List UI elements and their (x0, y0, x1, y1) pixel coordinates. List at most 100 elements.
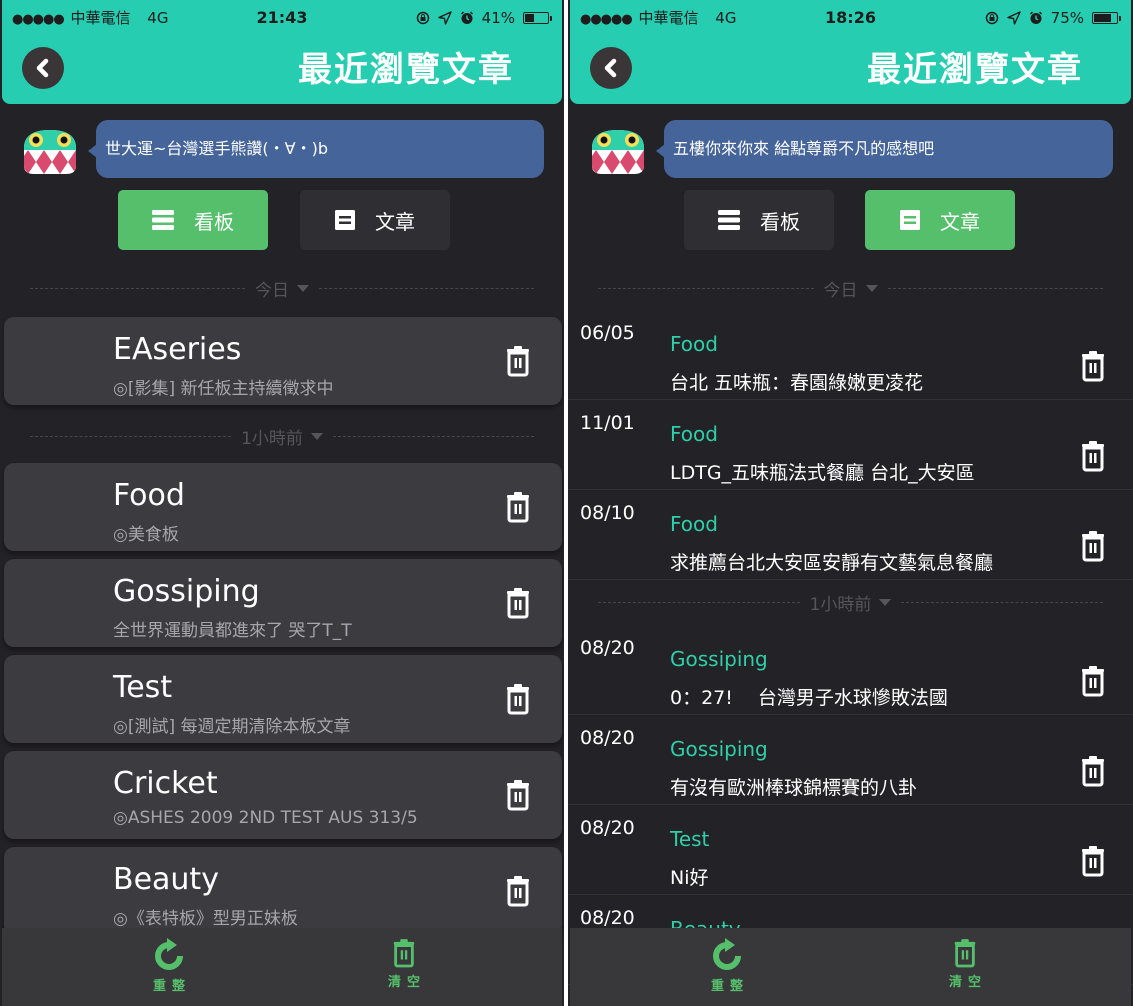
article-board: Test (670, 827, 710, 851)
article-title: Ni好 (670, 867, 709, 889)
chevron-left-icon (604, 58, 617, 78)
board-name: Cricket (113, 766, 218, 801)
clear-all-label: 清空 (948, 975, 987, 990)
article-board: Gossiping (670, 647, 768, 671)
trash-icon[interactable] (504, 779, 532, 811)
battery-level (1094, 14, 1111, 22)
refresh-label: 重整 (152, 979, 191, 994)
section-label: 今日 (255, 280, 289, 301)
tab-articles[interactable]: 文章 (865, 190, 1015, 250)
clear-all-button[interactable]: 清空 (364, 938, 444, 1002)
trash-icon[interactable] (504, 875, 532, 907)
board-card[interactable]: Test ◎[測試] 每週定期清除本板文章 (4, 655, 562, 743)
battery-percent: 41% (481, 9, 515, 27)
page-title: 最近瀏覽文章 (867, 50, 1083, 90)
document-icon (335, 210, 355, 230)
location-arrow-icon (1006, 11, 1021, 25)
trash-icon[interactable] (1079, 440, 1107, 472)
trash-icon[interactable] (504, 587, 532, 619)
back-button[interactable] (590, 47, 632, 89)
board-description: ◎[影集] 新任板主持續徵求中 (113, 379, 334, 399)
bottom-toolbar: 重整 清空 (2, 928, 562, 1006)
article-row[interactable]: 08/20 Gossiping 0：27! 台灣男子水球慘敗法國 (568, 625, 1133, 715)
article-title: 台北 五味瓶：春園綠嫩更凌花 (670, 372, 924, 394)
screen-articles: ●●●●● 中華電信 4G 18:26 75% 最近瀏覽文章 五樓你來你來 給點… (568, 0, 1133, 1006)
refresh-button[interactable]: 重整 (687, 938, 767, 1002)
article-board: Food (670, 422, 718, 446)
article-date: 06/05 (580, 322, 635, 344)
chevron-left-icon (36, 58, 49, 78)
tab-boards-label: 看板 (760, 209, 800, 234)
article-board: Food (670, 512, 718, 536)
trash-icon[interactable] (1079, 755, 1107, 787)
orientation-lock-icon (985, 11, 998, 25)
list-icon (718, 210, 740, 230)
board-description: 全世界運動員都進來了 哭了T_T (113, 621, 352, 641)
refresh-label: 重整 (710, 979, 749, 994)
board-card[interactable]: Cricket ◎ASHES 2009 2ND TEST AUS 313/5 (4, 751, 562, 839)
board-description: ◎美食板 (113, 525, 179, 545)
refresh-button[interactable]: 重整 (129, 938, 209, 1002)
mascot-avatar (592, 130, 644, 174)
caret-down-icon (310, 432, 323, 440)
board-description: ◎ASHES 2009 2ND TEST AUS 313/5 (113, 808, 418, 828)
article-date: 08/20 (580, 727, 635, 749)
tab-articles[interactable]: 文章 (300, 190, 450, 250)
board-name: Food (113, 478, 185, 513)
trash-icon[interactable] (504, 345, 532, 377)
board-name: Test (113, 670, 173, 705)
trash-icon[interactable] (1079, 530, 1107, 562)
section-divider-today[interactable]: 今日 (30, 276, 534, 301)
section-divider-1h[interactable]: 1小時前 (598, 590, 1104, 615)
board-card[interactable]: EAseries ◎[影集] 新任板主持續徵求中 (4, 317, 562, 405)
caret-down-icon (879, 598, 892, 606)
location-arrow-icon (437, 11, 452, 25)
article-title: 0：27! 台灣男子水球慘敗法國 (670, 687, 948, 709)
header: ●●●●● 中華電信 4G 18:26 75% 最近瀏覽文章 (570, 0, 1131, 104)
back-button[interactable] (22, 47, 64, 89)
refresh-icon (713, 938, 741, 970)
article-board: Food (670, 332, 718, 356)
article-date: 08/10 (580, 502, 635, 524)
section-divider-today[interactable]: 今日 (598, 276, 1103, 301)
trash-icon[interactable] (504, 491, 532, 523)
trash-icon[interactable] (504, 683, 532, 715)
status-bar: ●●●●● 中華電信 4G 21:43 41% (2, 0, 562, 36)
board-card[interactable]: Gossiping 全世界運動員都進來了 哭了T_T (4, 559, 562, 647)
board-description: ◎《表特板》型男正妹板 (113, 909, 298, 929)
clear-all-button[interactable]: 清空 (925, 938, 1005, 1002)
trash-icon[interactable] (1079, 665, 1107, 697)
section-divider-1h[interactable]: 1小時前 (30, 424, 535, 449)
trash-icon[interactable] (1079, 350, 1107, 382)
list-icon (152, 210, 174, 230)
section-label: 1小時前 (241, 428, 303, 449)
mascot-message-bubble: 世大運~台灣選手熊讚(・∀・)b (88, 120, 544, 178)
alarm-icon (460, 11, 473, 24)
article-row[interactable]: 08/10 Food 求推薦台北大安區安靜有文藝氣息餐廳 (568, 490, 1133, 580)
tab-articles-label: 文章 (375, 209, 415, 234)
article-row[interactable]: 08/20 Gossiping 有沒有歐洲棒球錦標賽的八卦 (568, 715, 1133, 805)
board-card[interactable]: Beauty ◎《表特板》型男正妹板 (4, 847, 562, 935)
article-row[interactable]: 06/05 Food 台北 五味瓶：春園綠嫩更凌花 (568, 310, 1133, 400)
board-name: Beauty (113, 862, 219, 897)
tab-boards[interactable]: 看板 (118, 190, 268, 250)
battery-icon (1092, 12, 1121, 24)
mascot-avatar (24, 130, 76, 174)
board-card[interactable]: Food ◎美食板 (4, 463, 562, 551)
header: ●●●●● 中華電信 4G 21:43 41% 最近瀏覽文章 (2, 0, 562, 104)
battery-level (525, 14, 535, 22)
trash-icon (954, 939, 976, 968)
tab-boards[interactable]: 看板 (684, 190, 834, 250)
battery-percent: 75% (1050, 9, 1084, 27)
article-date: 08/20 (580, 817, 635, 839)
screen-boards: ●●●●● 中華電信 4G 21:43 41% 最近瀏覽文章 世大運~台灣選手熊… (0, 0, 564, 1006)
bottom-toolbar: 重整 清空 (570, 928, 1131, 1006)
document-icon (900, 210, 920, 230)
article-row[interactable]: 11/01 Food LDTG_五味瓶法式餐廳 台北_大安區 (568, 400, 1133, 490)
article-row[interactable]: 08/20 Test Ni好 (568, 805, 1133, 895)
article-date: 08/20 (580, 907, 635, 929)
status-bar: ●●●●● 中華電信 4G 18:26 75% (570, 0, 1131, 36)
battery-icon (523, 12, 552, 24)
trash-icon[interactable] (1079, 845, 1107, 877)
article-date: 11/01 (580, 412, 635, 434)
